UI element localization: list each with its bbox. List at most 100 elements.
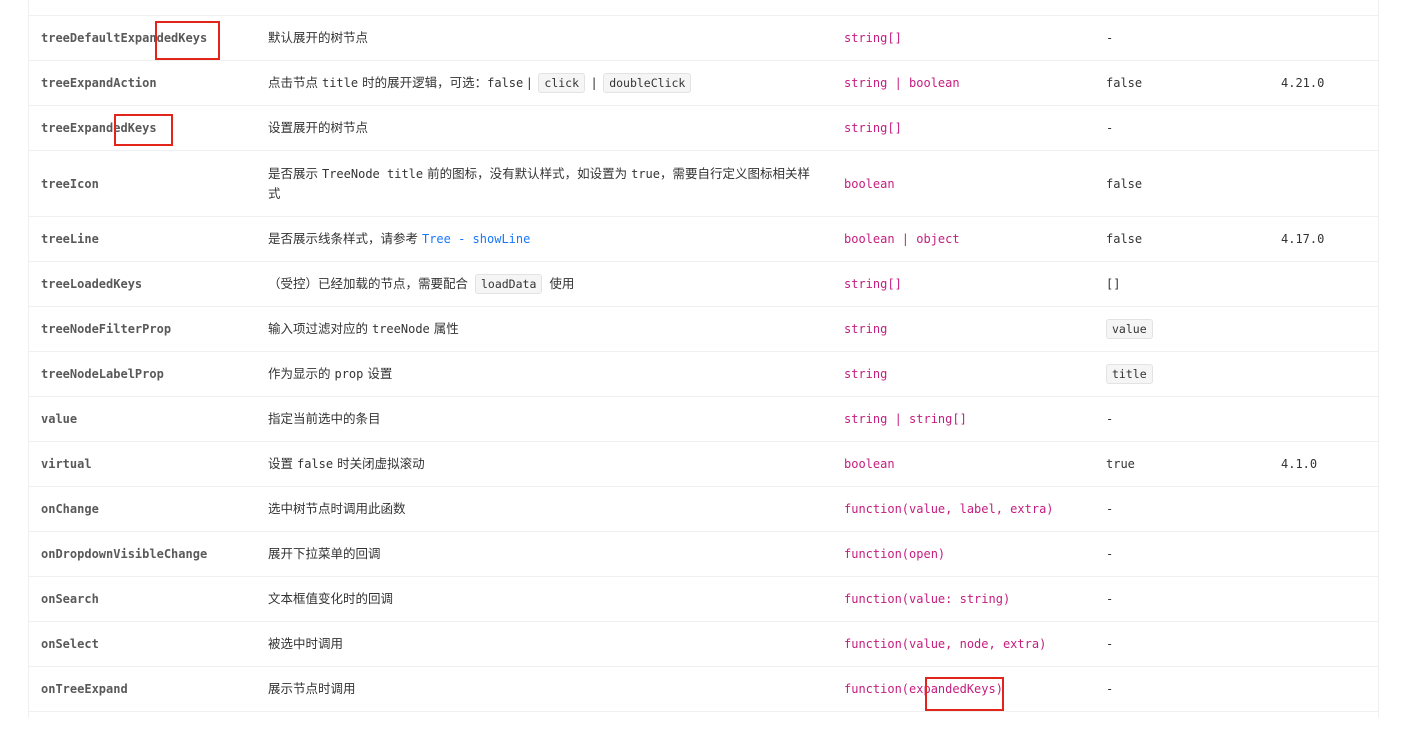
table-row: onDropdownVisibleChange 展开下拉菜单的回调 functi…: [29, 532, 1378, 577]
prop-type: function(value: string): [844, 592, 1011, 606]
prop-name: onSelect: [41, 637, 99, 651]
table-row: treeDefaultExpandedKeys 默认展开的树节点 string[…: [29, 16, 1378, 61]
inline-code: prop: [334, 367, 364, 381]
prop-version: [1281, 106, 1376, 150]
prop-type: string: [844, 322, 888, 336]
prop-description: 点击节点 title 时的展开逻辑，可选：false | click | dou…: [268, 61, 828, 105]
prop-version: [1281, 532, 1376, 576]
prop-type: string | boolean: [844, 76, 960, 90]
prop-description: 作为显示的 prop 设置: [268, 366, 393, 381]
table-row: onTreeExpand 展示节点时调用 function(expandedKe…: [29, 667, 1378, 712]
prop-description: 文本框值变化时的回调: [268, 591, 394, 606]
prop-name: virtual: [41, 457, 92, 471]
prop-description: 输入项过滤对应的 treeNode 属性: [268, 321, 459, 336]
prop-description: 是否展示 TreeNode title 前的图标，没有默认样式，如设置为 tru…: [268, 165, 811, 201]
table-row: treeNodeLabelProp 作为显示的 prop 设置 string t…: [29, 352, 1378, 397]
prop-default: true: [1106, 457, 1135, 471]
prop-default: title: [1106, 352, 1276, 396]
table-row: treeExpandAction 点击节点 title 时的展开逻辑，可选：fa…: [29, 61, 1378, 106]
prop-name: treeDefaultExpandedKeys: [41, 31, 208, 45]
prop-version: [1281, 307, 1376, 351]
prop-description: 设置展开的树节点: [268, 120, 369, 135]
inline-code: TreeNode title: [321, 166, 424, 181]
table-row: virtual 设置 false 时关闭虚拟滚动 boolean true 4.…: [29, 442, 1378, 487]
api-props-table: treeDefaultExpandedKeys 默认展开的树节点 string[…: [28, 0, 1379, 718]
prop-description: 选中树节点时调用此函数: [268, 501, 406, 516]
table-top-row-edge: [29, 0, 1378, 16]
prop-default: -: [1106, 637, 1114, 651]
prop-type: boolean | object: [844, 232, 960, 246]
prop-description: 指定当前选中的条目: [268, 411, 381, 426]
prop-default: -: [1106, 502, 1114, 516]
prop-name: onDropdownVisibleChange: [41, 547, 208, 561]
inline-code: title: [321, 76, 359, 90]
inline-code: treeNode: [371, 322, 430, 336]
code-chip-doubleclick: doubleClick: [603, 73, 692, 93]
prop-name: treeExpandAction: [41, 76, 157, 90]
prop-description: 是否展示线条样式，请参考 Tree - showLine: [268, 231, 531, 246]
prop-default: []: [1106, 277, 1121, 291]
prop-name: treeExpandedKeys: [41, 121, 157, 135]
prop-description: 展示节点时调用: [268, 681, 356, 696]
prop-version: 4.1.0: [1281, 457, 1318, 471]
table-row: value 指定当前选中的条目 string | string[] -: [29, 397, 1378, 442]
prop-default: -: [1106, 592, 1114, 606]
prop-name: treeLine: [41, 232, 99, 246]
default-chip: title: [1106, 364, 1153, 384]
prop-version: [1281, 352, 1376, 396]
table-row: onSearch 文本框值变化时的回调 function(value: stri…: [29, 577, 1378, 622]
prop-default: false: [1106, 76, 1143, 90]
table-row: treeLoadedKeys （受控）已经加载的节点，需要配合 loadData…: [29, 262, 1378, 307]
default-chip: value: [1106, 319, 1153, 339]
prop-name: treeNodeLabelProp: [41, 367, 164, 381]
prop-description: 设置 false 时关闭虚拟滚动: [268, 456, 425, 471]
table-row: onChange 选中树节点时调用此函数 function(value, lab…: [29, 487, 1378, 532]
prop-name: onTreeExpand: [41, 682, 128, 696]
prop-version: [1281, 622, 1376, 666]
table-row: treeExpandedKeys 设置展开的树节点 string[] -: [29, 106, 1378, 151]
prop-type: string[]: [844, 31, 902, 45]
table-row: treeNodeFilterProp 输入项过滤对应的 treeNode 属性 …: [29, 307, 1378, 352]
prop-version: [1281, 487, 1376, 531]
code-chip-loaddata: loadData: [474, 274, 543, 294]
prop-type: function(expandedKeys): [844, 682, 1003, 696]
prop-version: [1281, 667, 1376, 711]
prop-type: string[]: [844, 121, 902, 135]
table-row: treeLine 是否展示线条样式，请参考 Tree - showLine bo…: [29, 217, 1378, 262]
prop-version: [1281, 16, 1376, 60]
inline-code: true: [631, 166, 660, 181]
prop-default: -: [1106, 31, 1114, 45]
prop-default: -: [1106, 412, 1114, 426]
prop-description: 被选中时调用: [268, 636, 344, 651]
prop-version: [1281, 262, 1376, 306]
prop-version: 4.21.0: [1281, 76, 1325, 90]
prop-version: [1281, 151, 1376, 216]
prop-default: -: [1106, 121, 1114, 135]
prop-version: 4.17.0: [1281, 232, 1325, 246]
code-chip-click: click: [538, 73, 586, 93]
prop-default: false: [1106, 232, 1143, 246]
table-row: onSelect 被选中时调用 function(value, node, ex…: [29, 622, 1378, 667]
prop-type: function(value, label, extra): [844, 502, 1054, 516]
tree-showline-link[interactable]: Tree - showLine: [422, 232, 530, 246]
prop-name: value: [41, 412, 78, 426]
inline-code: false: [296, 457, 334, 471]
prop-description: 默认展开的树节点: [268, 30, 369, 45]
prop-default: false: [1106, 176, 1143, 191]
prop-description: 展开下拉菜单的回调: [268, 546, 381, 561]
prop-type: string: [844, 367, 888, 381]
prop-type: boolean: [844, 457, 895, 471]
prop-name: treeNodeFilterProp: [41, 322, 172, 336]
prop-type: function(open): [844, 547, 946, 561]
inline-code: false: [487, 76, 524, 90]
prop-name: treeIcon: [41, 176, 99, 191]
prop-type: function(value, node, extra): [844, 637, 1047, 651]
prop-name: onSearch: [41, 592, 99, 606]
table-body: treeDefaultExpandedKeys 默认展开的树节点 string[…: [29, 16, 1378, 712]
prop-default: -: [1106, 682, 1114, 696]
prop-type: string | string[]: [844, 412, 967, 426]
prop-description: （受控）已经加载的节点，需要配合 loadData 使用: [268, 262, 828, 306]
prop-type: boolean: [844, 176, 895, 191]
prop-type: string[]: [844, 277, 902, 291]
prop-default: -: [1106, 547, 1114, 561]
